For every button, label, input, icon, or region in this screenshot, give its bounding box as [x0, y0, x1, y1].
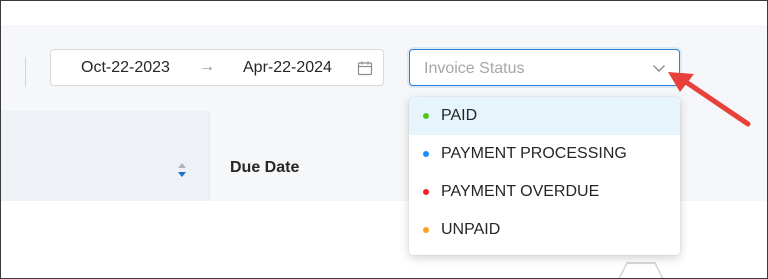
status-option-payment-overdue[interactable]: PAYMENT OVERDUE	[409, 173, 680, 211]
status-dot-icon	[423, 113, 429, 119]
date-range-arrow-icon: →	[199, 58, 215, 75]
chevron-down-icon[interactable]	[652, 61, 666, 75]
screenshot-frame: Oct-22-2023 → Apr-22-2024 Invoice Status…	[0, 0, 768, 279]
status-option-label: PAID	[441, 107, 478, 124]
empty-state-icon	[618, 262, 664, 278]
status-option-paid[interactable]: PAID	[409, 97, 680, 135]
status-dot-icon	[423, 227, 429, 233]
top-band	[1, 1, 767, 25]
invoice-status-dropdown: PAID PAYMENT PROCESSING PAYMENT OVERDUE …	[409, 97, 680, 255]
invoice-status-placeholder: Invoice Status	[424, 60, 525, 77]
column-header-label: Due Date	[230, 159, 300, 176]
status-option-label: UNPAID	[441, 221, 501, 238]
invoice-status-select[interactable]: Invoice Status	[409, 49, 680, 86]
calendar-icon[interactable]	[357, 60, 373, 76]
status-option-unpaid[interactable]: UNPAID	[409, 211, 680, 249]
date-range-picker[interactable]: Oct-22-2023 → Apr-22-2024	[50, 49, 384, 86]
status-option-payment-processing[interactable]: PAYMENT PROCESSING	[409, 135, 680, 173]
toolbar-divider	[25, 57, 26, 87]
date-range-end[interactable]: Apr-22-2024	[243, 59, 332, 77]
status-dot-icon	[423, 151, 429, 157]
sort-icon[interactable]	[177, 161, 187, 179]
status-dot-icon	[423, 189, 429, 195]
status-option-label: PAYMENT OVERDUE	[441, 183, 600, 200]
status-option-label: PAYMENT PROCESSING	[441, 145, 627, 162]
date-range-start[interactable]: Oct-22-2023	[81, 59, 170, 77]
